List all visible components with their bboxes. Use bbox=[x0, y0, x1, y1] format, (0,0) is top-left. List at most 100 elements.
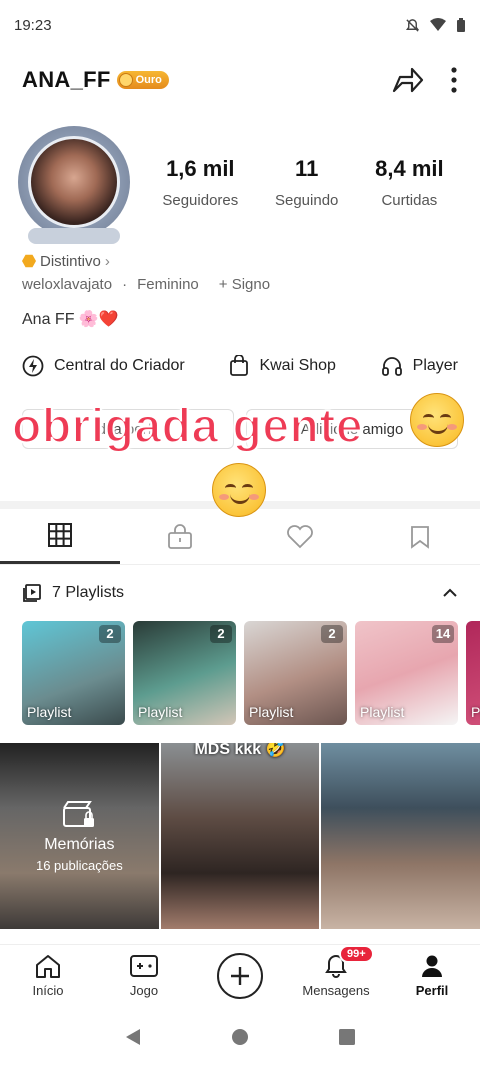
bookmark-icon bbox=[411, 525, 429, 549]
playlists-count: 7 Playlists bbox=[52, 584, 125, 601]
tab-private[interactable] bbox=[120, 509, 240, 564]
avatar bbox=[28, 136, 120, 228]
lightning-icon bbox=[22, 355, 44, 377]
nav-label: Jogo bbox=[129, 983, 159, 998]
stat-likes[interactable]: 8,4 mil Curtidas bbox=[375, 156, 443, 209]
playlists-carousel: 2 Playlist 2 Playlist 2 Playlist 14 Play… bbox=[0, 621, 480, 725]
avatar-laurel bbox=[28, 228, 120, 244]
playlist-card[interactable]: Pla bbox=[466, 621, 480, 725]
stats: 1,6 mil Seguidores 11 Seguindo 8,4 mil C… bbox=[144, 156, 462, 209]
home-circle-icon[interactable] bbox=[231, 1028, 249, 1046]
quick-link-label: Central do Criador bbox=[54, 357, 185, 374]
stat-value: 1,6 mil bbox=[166, 155, 235, 181]
nav-label: Perfil bbox=[415, 983, 449, 998]
quick-link-label: Kwai Shop bbox=[259, 357, 336, 374]
wifi-icon bbox=[430, 18, 446, 31]
playlist-card[interactable]: 2 Playlist bbox=[133, 621, 236, 725]
medal-icon bbox=[118, 73, 133, 87]
memorias-overlay: Memórias 16 publicações bbox=[0, 743, 159, 929]
playlist-card[interactable]: 14 Playlist bbox=[355, 621, 458, 725]
playlist-card[interactable]: 2 Playlist bbox=[244, 621, 347, 725]
person-icon bbox=[422, 955, 442, 977]
notification-badge: 99+ bbox=[339, 945, 374, 963]
stat-followers[interactable]: 1,6 mil Seguidores bbox=[162, 156, 238, 209]
avatar-frame[interactable] bbox=[18, 126, 130, 244]
status-icons bbox=[405, 17, 466, 33]
nav-profile[interactable]: Perfil bbox=[389, 953, 475, 998]
playlist-video-count: 2 bbox=[210, 625, 232, 643]
playlist-video-count: 14 bbox=[432, 625, 454, 643]
stat-label: Seguidores bbox=[162, 191, 239, 209]
bottom-navigation: Início Jogo 99+ Mensagens Perfil bbox=[0, 944, 480, 1006]
playlist-icon bbox=[23, 584, 41, 602]
share-icon[interactable] bbox=[390, 63, 424, 97]
playlist-video-count: 2 bbox=[321, 625, 343, 643]
kwai-shop-link[interactable]: Kwai Shop bbox=[229, 355, 336, 377]
handle: weloxlavajato bbox=[22, 276, 113, 293]
clapperboard-icon bbox=[63, 800, 95, 827]
signo-link[interactable]: + Signo bbox=[219, 276, 270, 293]
chevron-up-icon[interactable] bbox=[442, 588, 458, 598]
playlists-header[interactable]: 7 Playlists bbox=[0, 565, 480, 621]
quick-links: Central do Criador Kwai Shop Player bbox=[0, 351, 480, 381]
recents-icon[interactable] bbox=[338, 1028, 356, 1046]
status-bar: 19:23 bbox=[0, 0, 480, 50]
separator-dot: · bbox=[122, 276, 128, 293]
playlist-label: Pla bbox=[471, 704, 480, 720]
quick-link-label: Player bbox=[412, 357, 458, 374]
content-tabs bbox=[0, 509, 480, 565]
memorias-cell[interactable]: Memórias 16 publicações bbox=[0, 743, 159, 929]
home-icon bbox=[36, 955, 60, 978]
profile-meta: Distintivo › weloxlavajato · Feminino + … bbox=[0, 240, 480, 329]
more-options-icon[interactable] bbox=[450, 66, 458, 94]
level-badge-label: Ouro bbox=[135, 74, 162, 86]
nav-label: Mensagens bbox=[302, 983, 370, 998]
video-caption: MDS kkk 🤣 bbox=[194, 743, 286, 758]
grid-icon bbox=[48, 523, 72, 547]
stat-following[interactable]: 11 Seguindo bbox=[275, 156, 338, 209]
memorias-count: 16 publicações bbox=[35, 857, 123, 873]
stat-value: 11 bbox=[295, 155, 319, 181]
username: ANA_FF bbox=[22, 67, 111, 92]
shopping-bag-icon bbox=[230, 355, 249, 376]
playlist-video-count: 2 bbox=[99, 625, 121, 643]
nav-messages[interactable]: 99+ Mensagens bbox=[293, 945, 379, 998]
playlist-label: Playlist bbox=[138, 704, 183, 720]
nav-label: Início bbox=[32, 983, 64, 998]
tab-likes[interactable] bbox=[240, 509, 360, 564]
video-thumbnail[interactable]: MDS kkk 🤣 bbox=[160, 743, 320, 929]
memorias-title: Memórias bbox=[44, 835, 115, 853]
smiling-emoji bbox=[410, 393, 464, 447]
nav-home[interactable]: Início bbox=[5, 953, 91, 998]
player-link[interactable]: Player bbox=[381, 355, 458, 377]
stat-label: Curtidas bbox=[381, 191, 438, 209]
profile-header: ANA_FF Ouro bbox=[0, 50, 480, 110]
nav-games[interactable]: Jogo bbox=[101, 953, 187, 998]
headphones-icon bbox=[381, 357, 402, 376]
playlist-card[interactable]: 2 Playlist bbox=[22, 621, 125, 725]
playlist-label: Playlist bbox=[249, 704, 294, 720]
video-thumbnail[interactable] bbox=[321, 743, 480, 929]
heart-icon bbox=[287, 524, 313, 548]
back-icon[interactable] bbox=[124, 1027, 142, 1047]
gamepad-icon bbox=[130, 955, 158, 977]
info-line: weloxlavajato · Feminino + Signo bbox=[22, 276, 458, 293]
lock-icon bbox=[168, 523, 192, 549]
tab-saved[interactable] bbox=[360, 509, 480, 564]
battery-icon bbox=[457, 17, 465, 32]
gender: Feminino bbox=[137, 276, 199, 293]
overlay-area: dita perfil Adicione amigo obrigada gent… bbox=[0, 381, 480, 517]
distintivo-label: Distintivo bbox=[40, 252, 101, 270]
nav-create[interactable] bbox=[197, 952, 283, 999]
tab-posts[interactable] bbox=[0, 509, 120, 564]
stat-label: Seguindo bbox=[274, 191, 339, 209]
mute-icon bbox=[405, 18, 420, 32]
level-badge[interactable]: Ouro bbox=[116, 71, 169, 89]
chevron-right-icon: › bbox=[104, 252, 110, 270]
playlist-label: Playlist bbox=[360, 704, 405, 720]
distintivo-link[interactable]: Distintivo › bbox=[22, 248, 458, 274]
creator-center-link[interactable]: Central do Criador bbox=[22, 355, 185, 377]
distintivo-icon bbox=[22, 254, 36, 268]
video-caption-overlay: obrigada gente bbox=[11, 399, 364, 454]
status-time: 19:23 bbox=[14, 16, 52, 34]
